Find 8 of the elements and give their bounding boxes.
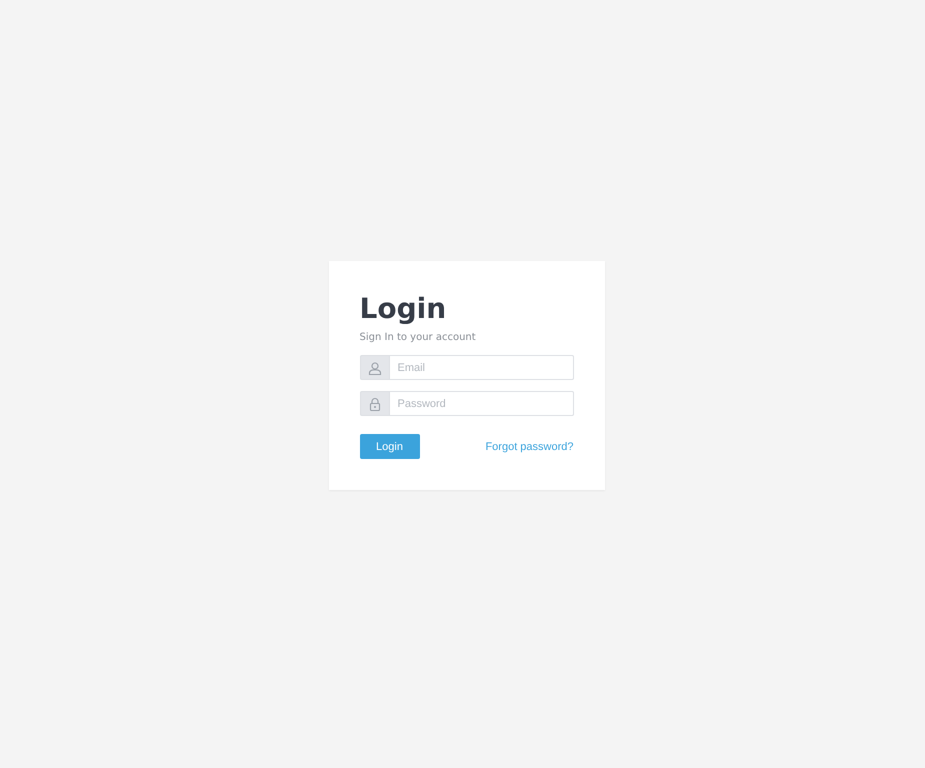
input-field[interactable]: Password: [388, 391, 574, 416]
login-title: Login: [360, 291, 448, 327]
lock-icon: [368, 396, 382, 410]
subtitle: Sign In to your account: [360, 332, 477, 343]
login-button[interactable]: Login: [360, 434, 420, 459]
forgot-password-link[interactable]: Forgot password?: [485, 440, 574, 452]
user-icon: [368, 360, 382, 374]
input-field[interactable]: Email: [388, 355, 574, 380]
